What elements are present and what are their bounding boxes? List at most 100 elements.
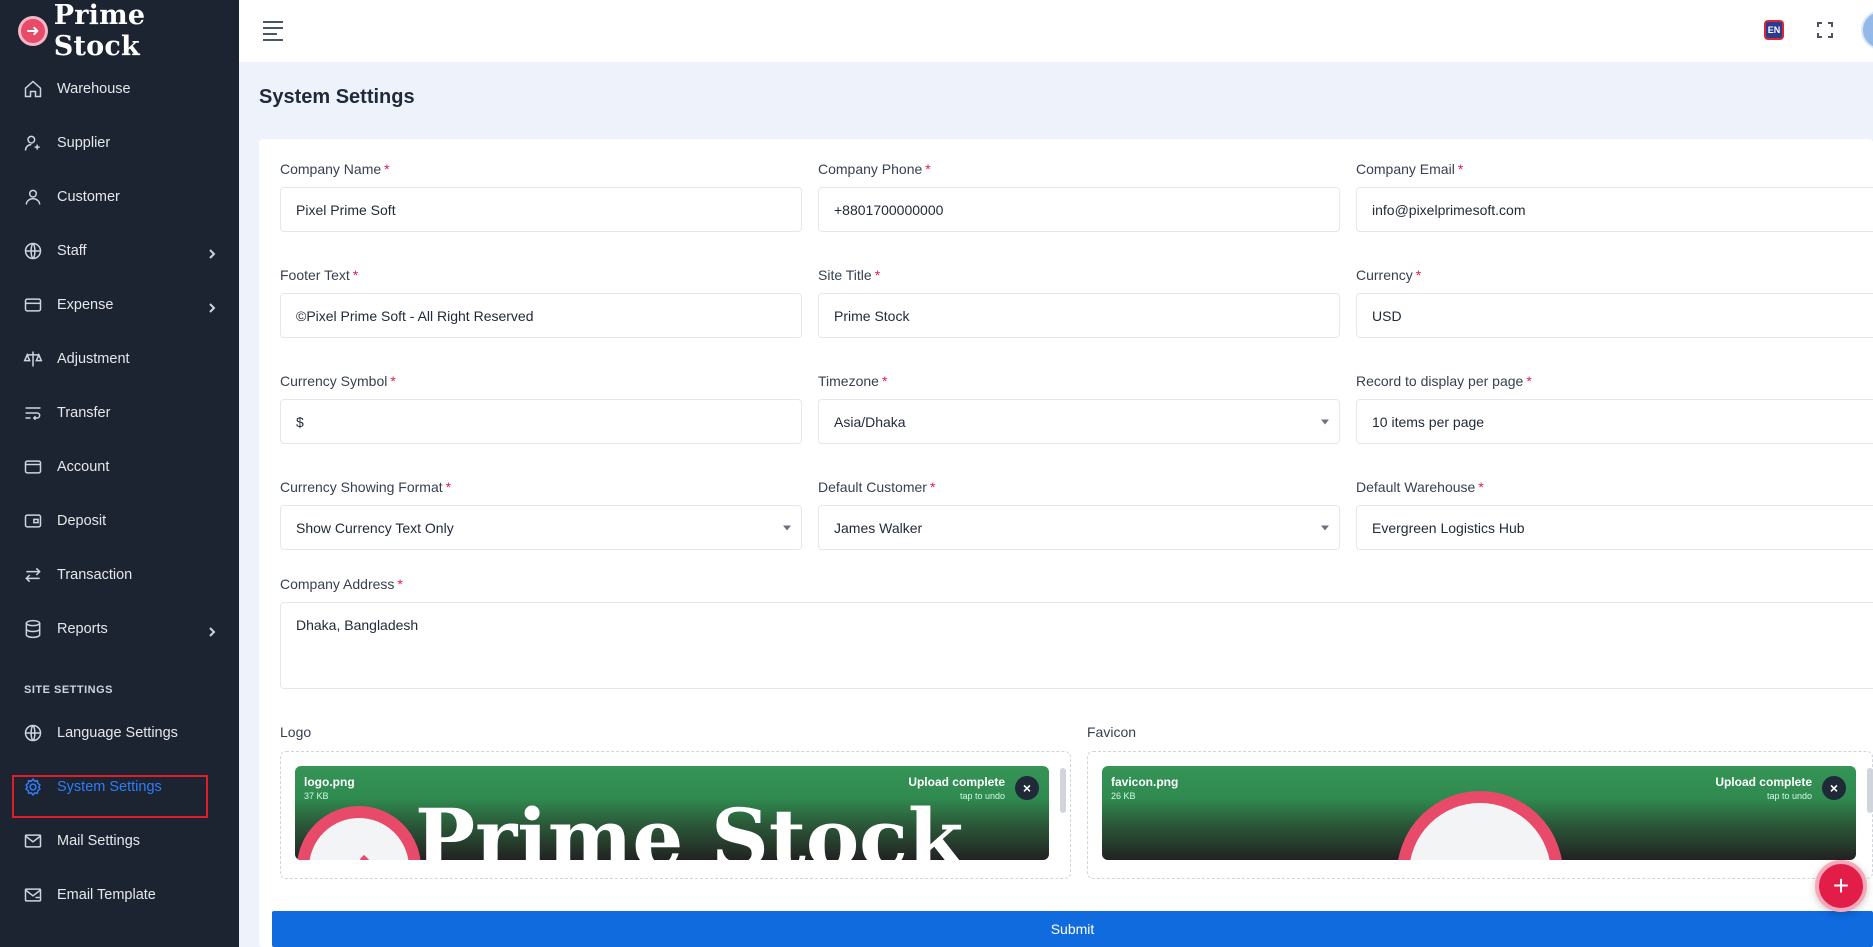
field-label: Footer Text [280,267,350,283]
timezone-select[interactable]: Asia/Dhaka [818,399,1340,444]
sidebar-item-label: Expense [57,297,114,313]
currency-symbol-input[interactable]: $ [280,399,802,444]
chevron-right-icon [207,624,217,637]
sidebar-item-mail-settings[interactable]: Mail Settings [0,814,239,868]
sidebar-item-system-settings[interactable]: System Settings [0,760,239,814]
required-mark: * [925,161,931,177]
records-per-page-select[interactable]: 10 items per page [1356,399,1873,444]
currency-input[interactable]: USD [1356,293,1873,338]
required-mark: * [929,479,936,495]
company-name-field: Company Name * Pixel Prime Soft [280,161,802,232]
company-phone-field: Company Phone * +8801700000000 [818,161,1340,232]
swap-icon [22,564,44,586]
footer-text-field: Footer Text * ©Pixel Prime Soft - All Rig… [280,267,802,338]
language-flag-icon[interactable]: EN [1764,20,1784,40]
sidebar-item-deposit[interactable]: Deposit [0,494,239,548]
favicon-upload-dropzone[interactable]: favicon.png 26 KB Upload complete tap to… [1087,751,1873,879]
field-label: Company Email [1356,161,1455,177]
home-icon [22,78,44,100]
user-icon [22,186,44,208]
favicon-field: Favicon [1087,724,1873,750]
field-label: Currency Showing Format [280,479,443,495]
sidebar-item-reports[interactable]: Reports [0,602,239,656]
topbar: EN [239,0,1873,62]
close-icon[interactable]: × [1015,776,1039,800]
required-mark: * [390,373,396,389]
required-mark: * [1457,161,1464,177]
currency-format-select[interactable]: Show Currency Text Only [280,505,802,550]
sidebar-item-label: Email Template [57,887,156,903]
database-icon [22,618,44,640]
field-label: Currency [1356,267,1413,283]
logo-field: Logo [280,724,1080,750]
favicon-scrollbar[interactable] [1867,768,1873,813]
records-per-page-field: Record to display per page * 10 items per… [1356,373,1873,444]
sidebar-item-adjustment[interactable]: Adjustment [0,332,239,386]
default-customer-select[interactable]: James Walker [818,505,1340,550]
menu-toggle-icon[interactable] [263,21,285,41]
chevron-right-icon [207,246,217,259]
logo-undo-hint[interactable]: tap to undo [960,791,1005,801]
favicon-file-size: 26 KB [1111,791,1136,801]
submit-button[interactable]: Submit [272,911,1873,947]
add-fab-button[interactable]: + [1815,860,1867,912]
sidebar-item-expense[interactable]: Expense [0,278,239,332]
field-label: Record to display per page [1356,373,1524,389]
settings-nav: Language Settings System Settings Mail S… [0,706,239,922]
sidebar-item-label: Supplier [57,135,111,151]
currency-format-field: Currency Showing Format * Show Currency T… [280,479,802,550]
logo-file-size: 37 KB [304,791,329,801]
sidebar-item-customer[interactable]: Customer [0,170,239,224]
user-add-icon [22,132,44,154]
wallet-icon [22,456,44,478]
sidebar-item-email-template[interactable]: Email Template [0,868,239,922]
favicon-upload-status: Upload complete [1715,775,1812,789]
logo-scrollbar[interactable] [1060,768,1066,813]
company-email-input[interactable]: info@pixelprimesoft.com [1356,187,1873,232]
transfer-icon [22,402,44,424]
sidebar-item-label: Customer [57,189,120,205]
field-label: Currency Symbol [280,373,388,389]
sidebar-item-label: Language Settings [57,725,178,741]
sidebar-item-warehouse[interactable]: Warehouse [0,62,239,116]
company-address-textarea[interactable]: Dhaka, Bangladesh [280,602,1873,689]
field-label: Company Phone [818,161,923,177]
field-label: Company Address [280,576,395,592]
select-value: Asia/Dhaka [834,413,906,430]
required-mark: * [397,576,403,592]
fullscreen-icon[interactable] [1816,21,1834,39]
sidebar-item-label: Reports [57,621,108,637]
select-value: Show Currency Text Only [296,519,454,536]
default-warehouse-select[interactable]: Evergreen Logistics Hub [1356,505,1873,550]
sidebar-item-supplier[interactable]: Supplier [0,116,239,170]
sidebar-item-account[interactable]: Account [0,440,239,494]
required-mark: * [352,267,359,283]
logo-upload-item: Prime Stock logo.png 37 KB Upload comple… [295,766,1049,860]
sidebar-item-transaction[interactable]: Transaction [0,548,239,602]
sidebar-item-staff[interactable]: Staff [0,224,239,278]
close-icon[interactable]: × [1822,776,1846,800]
sidebar-section-title: SITE SETTINGS [24,684,114,696]
site-title-input[interactable]: Prime Stock [818,293,1340,338]
sidebar-item-label: Account [57,459,110,475]
company-phone-input[interactable]: +8801700000000 [818,187,1340,232]
avatar[interactable] [1861,10,1873,50]
sidebar-item-label: Warehouse [57,81,131,97]
sidebar-item-language-settings[interactable]: Language Settings [0,706,239,760]
logo-upload-dropzone[interactable]: Prime Stock logo.png 37 KB Upload comple… [280,751,1071,879]
footer-text-input[interactable]: ©Pixel Prime Soft - All Right Reserved [280,293,802,338]
brand[interactable]: ➜ Prime Stock [0,0,239,62]
field-label: Timezone [818,373,879,389]
sidebar-item-transfer[interactable]: Transfer [0,386,239,440]
required-mark: * [384,161,390,177]
favicon-undo-hint[interactable]: tap to undo [1767,791,1812,801]
company-name-input[interactable]: Pixel Prime Soft [280,187,802,232]
logo-file-name: logo.png [304,775,355,789]
select-value: Evergreen Logistics Hub [1372,519,1525,536]
field-label: Default Customer [818,479,927,495]
sidebar-nav: Warehouse Supplier Customer Staff Expens… [0,62,239,656]
chevron-right-icon [207,300,217,313]
sidebar-item-label: Adjustment [57,351,130,367]
caret-down-icon [1321,419,1329,424]
deposit-icon [22,510,44,532]
